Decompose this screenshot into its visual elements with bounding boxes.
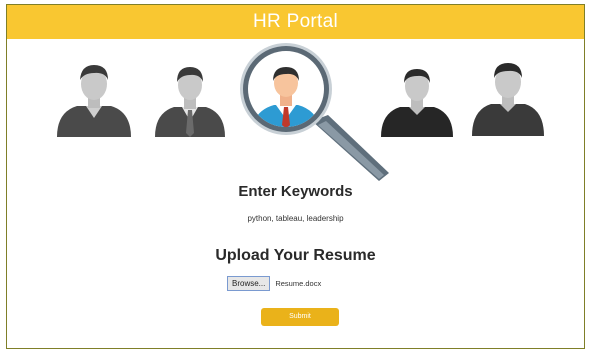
magnifier-person-icon bbox=[238, 41, 398, 181]
keywords-input[interactable]: python, tableau, leadership bbox=[7, 214, 584, 223]
person-icon bbox=[470, 60, 546, 136]
person-tie-icon bbox=[153, 63, 227, 137]
person-icon bbox=[379, 65, 455, 137]
resume-heading: Upload Your Resume bbox=[215, 247, 376, 264]
submit-button[interactable]: Submit bbox=[261, 308, 339, 326]
page-title: HR Portal bbox=[7, 5, 584, 39]
resume-file-picker: Browse... Resume.docx bbox=[227, 275, 321, 291]
browse-button[interactable]: Browse... bbox=[227, 275, 271, 291]
keywords-heading: Enter Keywords bbox=[238, 183, 353, 200]
person-icon bbox=[55, 62, 133, 137]
page-frame: HR Portal Enter Keywords python, tableau… bbox=[6, 4, 585, 349]
selected-file-name: Resume.docx bbox=[275, 278, 322, 288]
